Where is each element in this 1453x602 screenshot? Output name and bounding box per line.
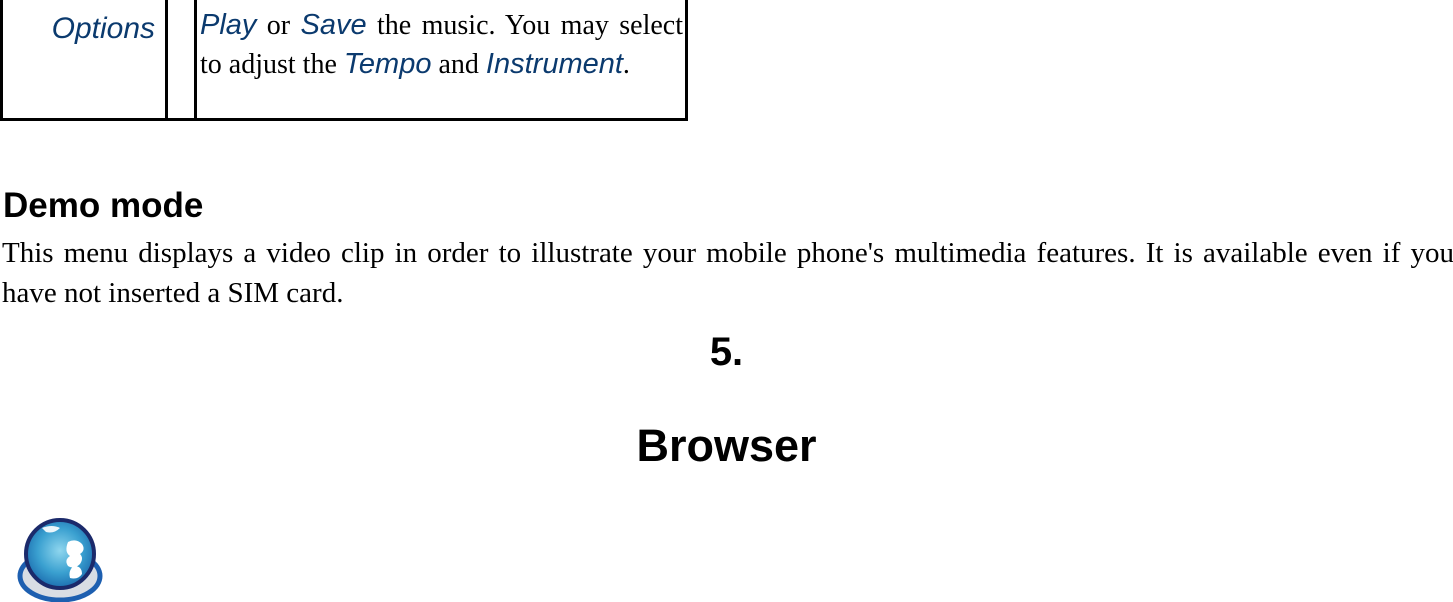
desc-text-3: and: [431, 49, 486, 80]
options-label: Options: [51, 12, 155, 45]
desc-text-4: .: [622, 49, 630, 80]
options-label-cell: Options: [3, 0, 168, 118]
options-description: Play or Save the music. You may select t…: [200, 6, 683, 84]
options-description-cell: Play or Save the music. You may select t…: [200, 0, 685, 118]
chapter-title: Browser: [636, 420, 817, 471]
keyword-save: Save: [300, 9, 367, 41]
keyword-tempo: Tempo: [343, 48, 432, 80]
desc-text-1: or: [256, 10, 301, 41]
options-table: Options Play or Save the music. You may …: [0, 0, 688, 121]
globe-icon: [17, 518, 103, 602]
demo-mode-body: This menu displays a video clip in order…: [2, 237, 1453, 309]
options-spacer-cell: [171, 0, 197, 118]
keyword-instrument: Instrument: [485, 48, 623, 80]
keyword-play: Play: [200, 9, 257, 41]
chapter-number: 5.: [709, 330, 744, 374]
demo-mode-heading: Demo mode: [3, 186, 204, 225]
